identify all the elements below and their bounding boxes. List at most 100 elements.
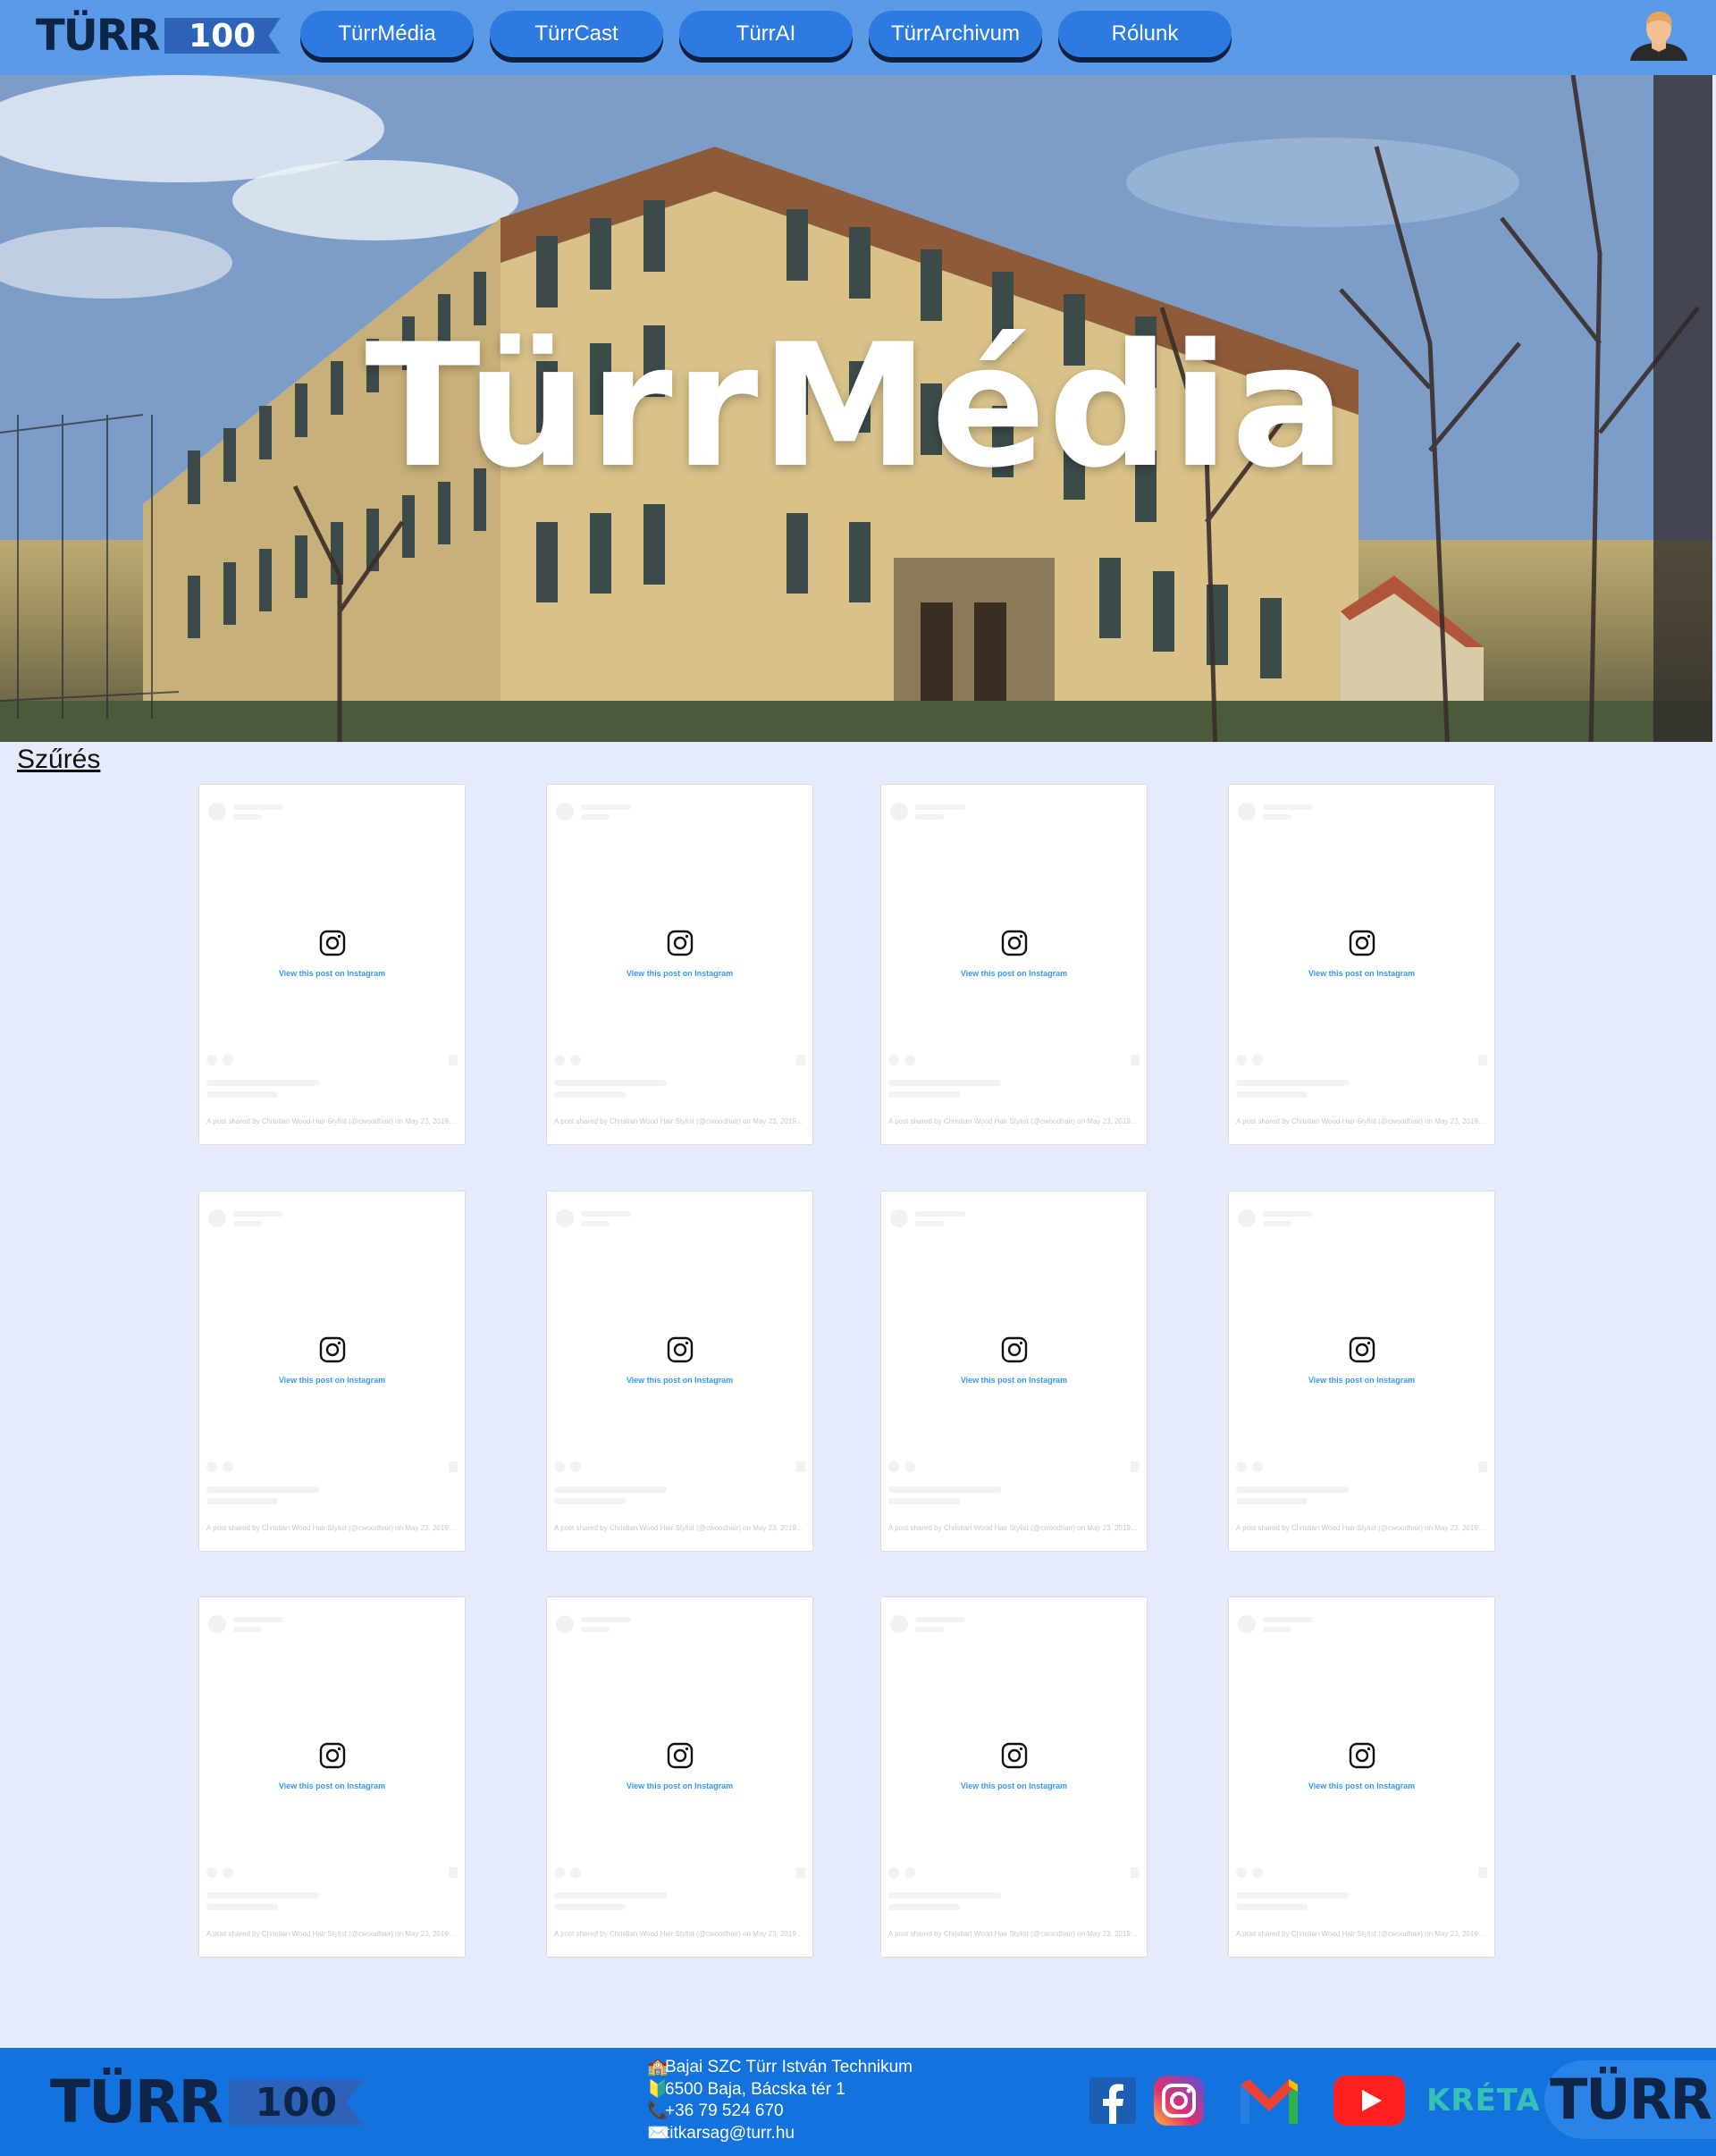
post-header-placeholder xyxy=(1263,1617,1313,1622)
view-on-instagram-link[interactable]: View this post on Instagram xyxy=(881,1781,1147,1790)
instagram-post-card[interactable]: View this post on Instagram A post shared… xyxy=(1228,784,1495,1145)
post-avatar-placeholder xyxy=(208,1209,226,1227)
comment-placeholder xyxy=(570,1055,581,1065)
comment-placeholder xyxy=(570,1461,581,1472)
instagram-icon[interactable] xyxy=(319,1742,346,1769)
instagram-icon[interactable] xyxy=(319,930,346,956)
nav-turrcast[interactable]: TürrCast xyxy=(490,11,663,57)
post-meta-placeholder xyxy=(888,1486,1001,1493)
post-caption: A post shared by Christian Wood Hair Sty… xyxy=(554,1117,804,1125)
post-avatar-placeholder xyxy=(556,1615,574,1633)
instagram-icon[interactable] xyxy=(1349,1742,1375,1769)
view-on-instagram-link[interactable]: View this post on Instagram xyxy=(547,1376,812,1385)
post-header-placeholder xyxy=(233,1627,262,1632)
post-header-placeholder xyxy=(1263,1211,1313,1217)
footer-logo[interactable]: TÜRR 100 xyxy=(50,2068,364,2136)
view-on-instagram-link[interactable]: View this post on Instagram xyxy=(199,1376,465,1385)
post-meta-placeholder xyxy=(206,1486,319,1493)
instagram-icon[interactable] xyxy=(667,1742,694,1769)
instagram-icon[interactable] xyxy=(1349,1336,1375,1363)
post-caption: A post shared by Christian Wood Hair Sty… xyxy=(1236,1117,1486,1125)
contact-phone[interactable]: 📞+36 79 524 670 xyxy=(647,2101,913,2123)
instagram-icon[interactable] xyxy=(1349,930,1375,956)
pin-icon: 🔰 xyxy=(647,2079,669,2099)
post-caption: A post shared by Christian Wood Hair Sty… xyxy=(206,1524,457,1532)
instagram-icon[interactable] xyxy=(1153,2075,1205,2127)
view-on-instagram-link[interactable]: View this post on Instagram xyxy=(547,969,812,978)
post-header-placeholder xyxy=(1263,1627,1291,1632)
footer-logo-wordmark: TÜRR xyxy=(50,2068,223,2136)
comment-placeholder xyxy=(223,1461,233,1472)
post-meta-placeholder xyxy=(1236,1091,1308,1098)
instagram-post-card[interactable]: View this post on Instagram A post shared… xyxy=(546,1596,813,1958)
post-caption: A post shared by Christian Wood Hair Sty… xyxy=(554,1524,804,1532)
post-header-placeholder xyxy=(1263,814,1291,820)
comment-placeholder xyxy=(223,1055,233,1065)
post-avatar-placeholder xyxy=(208,1615,226,1633)
mail-icon: ✉️ xyxy=(647,2123,669,2143)
user-avatar-icon[interactable] xyxy=(1628,9,1689,61)
instagram-post-card[interactable]: View this post on Instagram A post shared… xyxy=(1228,1596,1495,1958)
post-avatar-placeholder xyxy=(890,1615,908,1633)
instagram-post-card[interactable]: View this post on Instagram A post shared… xyxy=(880,1596,1148,1958)
gmail-icon[interactable] xyxy=(1237,2076,1301,2126)
contact-email-text: titkarsag@turr.hu xyxy=(665,2123,795,2143)
bookmark-placeholder xyxy=(796,1867,805,1878)
post-header-placeholder xyxy=(1263,804,1313,810)
filter-link[interactable]: Szűrés xyxy=(17,745,100,775)
view-on-instagram-link[interactable]: View this post on Instagram xyxy=(881,1376,1147,1385)
instagram-icon[interactable] xyxy=(667,930,694,956)
post-header-placeholder xyxy=(915,1221,944,1226)
instagram-icon[interactable] xyxy=(319,1336,346,1363)
instagram-post-card[interactable]: View this post on Instagram A post shared… xyxy=(546,1191,813,1552)
view-on-instagram-link[interactable]: View this post on Instagram xyxy=(1229,1781,1494,1790)
nav-turrarchivum[interactable]: TürrArchivum xyxy=(869,11,1042,57)
facebook-icon[interactable] xyxy=(1089,2076,1137,2125)
instagram-post-card[interactable]: View this post on Instagram A post shared… xyxy=(198,784,466,1145)
post-caption: A post shared by Christian Wood Hair Sty… xyxy=(888,1524,1139,1532)
instagram-post-card[interactable]: View this post on Instagram A post shared… xyxy=(198,1191,466,1552)
post-header-placeholder xyxy=(581,814,610,820)
instagram-post-card[interactable]: View this post on Instagram A post shared… xyxy=(880,784,1148,1145)
post-meta-placeholder xyxy=(206,1080,319,1086)
instagram-icon[interactable] xyxy=(667,1336,694,1363)
instagram-icon[interactable] xyxy=(1001,1742,1028,1769)
hero-banner: TürrMédia xyxy=(0,75,1712,742)
instagram-icon[interactable] xyxy=(1001,930,1028,956)
contact-address: 🔰6500 Baja, Bácska tér 1 xyxy=(647,2079,913,2101)
post-meta-placeholder xyxy=(1236,1498,1308,1504)
post-meta-placeholder xyxy=(206,1091,278,1098)
post-avatar-placeholder xyxy=(556,1209,574,1227)
footer-badge[interactable]: TÜRR xyxy=(1544,2060,1716,2139)
like-placeholder xyxy=(554,1055,565,1065)
post-header-placeholder xyxy=(1263,1221,1291,1226)
kreta-link[interactable]: KRÉTA xyxy=(1426,2083,1541,2118)
view-on-instagram-link[interactable]: View this post on Instagram xyxy=(1229,969,1494,978)
view-on-instagram-link[interactable]: View this post on Instagram xyxy=(881,969,1147,978)
view-on-instagram-link[interactable]: View this post on Instagram xyxy=(199,1781,465,1790)
nav-turrmedia[interactable]: TürrMédia xyxy=(300,11,474,57)
site-logo[interactable]: TÜRR 100 xyxy=(36,14,281,57)
youtube-icon[interactable] xyxy=(1333,2076,1405,2126)
post-caption: A post shared by Christian Wood Hair Sty… xyxy=(1236,1524,1486,1532)
post-meta-placeholder xyxy=(554,1080,667,1086)
bookmark-placeholder xyxy=(449,1055,458,1065)
post-header-placeholder xyxy=(233,1617,283,1622)
instagram-post-card[interactable]: View this post on Instagram A post shared… xyxy=(880,1191,1148,1552)
instagram-icon[interactable] xyxy=(1001,1336,1028,1363)
post-meta-placeholder xyxy=(554,1486,667,1493)
view-on-instagram-link[interactable]: View this post on Instagram xyxy=(199,969,465,978)
instagram-post-card[interactable]: View this post on Instagram A post shared… xyxy=(1228,1191,1495,1552)
nav-turrai[interactable]: TürrAI xyxy=(679,11,853,57)
school-icon: 🏫 xyxy=(647,2058,669,2076)
instagram-post-card[interactable]: View this post on Instagram A post shared… xyxy=(198,1596,466,1958)
post-avatar-placeholder xyxy=(1238,803,1256,821)
view-on-instagram-link[interactable]: View this post on Instagram xyxy=(1229,1376,1494,1385)
like-placeholder xyxy=(206,1867,217,1878)
instagram-post-card[interactable]: View this post on Instagram A post shared… xyxy=(546,784,813,1145)
post-header-placeholder xyxy=(915,1211,965,1217)
post-meta-placeholder xyxy=(554,1904,626,1910)
view-on-instagram-link[interactable]: View this post on Instagram xyxy=(547,1781,812,1790)
contact-email[interactable]: ✉️titkarsag@turr.hu xyxy=(647,2123,913,2145)
nav-rolunk[interactable]: Rólunk xyxy=(1058,11,1232,57)
